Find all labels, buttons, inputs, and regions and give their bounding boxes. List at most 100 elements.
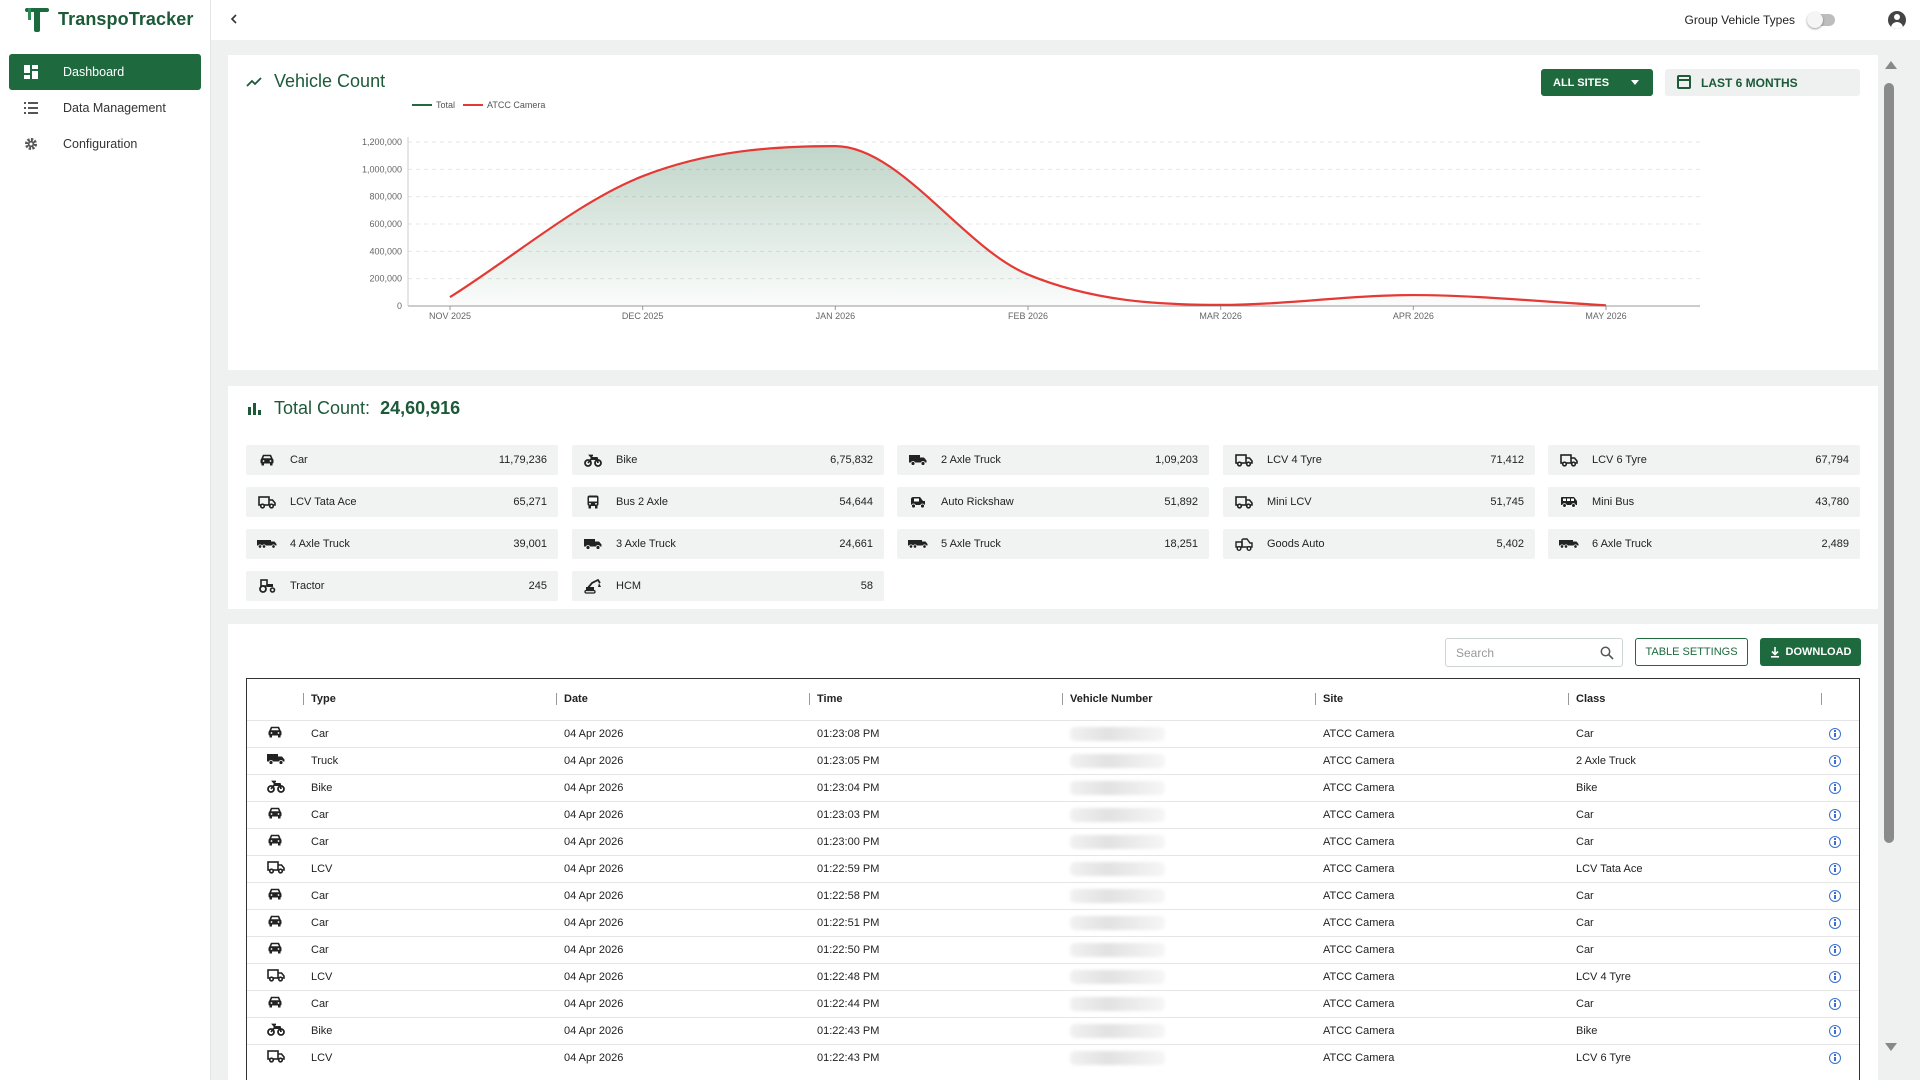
info-icon[interactable] [1829,943,1841,956]
class-cell: LCV Tata Ace [1576,862,1643,875]
vehicle-class-card: LCV 4 Tyre 71,412 [1223,445,1535,475]
info-icon[interactable] [1829,889,1841,902]
type-icon-cell [247,828,303,855]
info-icon[interactable] [1829,835,1841,848]
info-cell [1821,963,1859,990]
download-icon [1770,646,1779,658]
date-cell: 04 Apr 2026 [564,970,624,983]
table-row[interactable]: LCV 04 Apr 2026 01:22:59 PM ATCC Camera LCV … [247,855,1859,882]
info-icon[interactable] [1829,997,1841,1010]
info-icon[interactable] [1829,781,1841,794]
type-icon-cell [247,990,303,1017]
vehicle-number-cell [1062,747,1315,774]
vehicle-class-name: 3 Axle Truck [616,538,676,550]
list-icon [23,100,39,116]
date-cell: 04 Apr 2026 [564,997,624,1010]
table-settings-button[interactable]: TABLE SETTINGS [1635,638,1748,666]
table-row[interactable]: Bike 04 Apr 2026 01:22:43 PM ATCC Camera Bik… [247,1017,1859,1044]
column-header-vehicle-number[interactable]: Vehicle Number [1062,679,1315,720]
type-cell: Car [311,835,329,848]
type-icon-cell [247,909,303,936]
lcv-icon [267,860,285,877]
time-cell: 01:23:08 PM [817,727,880,740]
table-row[interactable]: Car 04 Apr 2026 01:23:00 PM ATCC Camera Car [247,828,1859,855]
column-header-time[interactable]: Time [809,679,1062,720]
x-tick-label: MAY 2026 [1585,311,1626,321]
table-row[interactable]: Car 04 Apr 2026 01:22:50 PM ATCC Camera Car [247,936,1859,963]
car-icon [267,996,283,1011]
group-vehicle-types-toggle[interactable] [1807,12,1835,28]
sidebar-item-data-management[interactable]: Data Management [9,90,201,126]
column-header-type[interactable]: Type [303,679,556,720]
vehicle-number-cell [1062,801,1315,828]
account-icon[interactable] [1888,11,1906,29]
bike-icon [267,780,285,796]
page-scrollbar[interactable] [1880,55,1900,1055]
table-row[interactable]: Car 04 Apr 2026 01:22:51 PM ATCC Camera Car [247,909,1859,936]
vehicle-class-card: Goods Auto 5,402 [1223,529,1535,559]
records-table: Type Date Time Vehicle Number Site Class Car 0… [246,678,1860,1080]
vehicle-class-card: Mini Bus 43,780 [1548,487,1860,517]
vehicle-class-name: HCM [616,580,642,592]
site-cell: ATCC Camera [1323,916,1395,929]
info-cell [1821,909,1859,936]
vehicle-class-card: LCV Tata Ace 65,271 [246,487,558,517]
scroll-down-icon[interactable] [1885,1043,1897,1051]
x-tick-label: FEB 2026 [1008,311,1048,321]
table-row[interactable]: LCV 04 Apr 2026 01:22:48 PM ATCC Camera LCV … [247,963,1859,990]
truck-icon [583,536,603,552]
time-cell: 01:22:43 PM [817,1051,880,1064]
info-icon[interactable] [1829,727,1841,740]
download-label: DOWNLOAD [1785,646,1852,658]
date-cell: 04 Apr 2026 [564,835,624,848]
info-icon[interactable] [1829,916,1841,929]
vehicle-class-card: 5 Axle Truck 18,251 [897,529,1209,559]
table-row[interactable]: Car 04 Apr 2026 01:22:58 PM ATCC Camera Car [247,882,1859,909]
date-cell: 04 Apr 2026 [564,916,624,929]
site-cell: ATCC Camera [1323,889,1395,902]
type-cell: LCV [311,1051,333,1064]
column-header-label: Site [1323,693,1344,706]
vehicle-class-count: 11,79,236 [498,454,547,466]
class-cell: Car [1576,889,1594,902]
search-box[interactable] [1445,638,1623,667]
table-row[interactable]: Car 04 Apr 2026 01:23:03 PM ATCC Camera Car [247,801,1859,828]
info-icon[interactable] [1829,1024,1841,1037]
column-header-site[interactable]: Site [1315,679,1568,720]
collapse-sidebar-button[interactable] [225,10,243,28]
table-row[interactable]: LCV 04 Apr 2026 01:22:43 PM ATCC Camera LCV … [247,1044,1859,1071]
column-header-label: Class [1576,693,1606,706]
search-input[interactable] [1456,645,1596,660]
info-icon[interactable] [1829,1051,1841,1064]
column-header-date[interactable]: Date [556,679,809,720]
sidebar-item-configuration[interactable]: Configuration [9,126,201,162]
type-cell: Car [311,727,329,740]
time-cell: 01:22:44 PM [817,997,880,1010]
table-row[interactable]: Car 04 Apr 2026 01:23:08 PM ATCC Camera Car [247,720,1859,747]
info-icon[interactable] [1829,754,1841,767]
info-icon[interactable] [1829,970,1841,983]
table-row[interactable]: Car 04 Apr 2026 01:22:44 PM ATCC Camera Car [247,990,1859,1017]
topbar: Group Vehicle Types [211,0,1920,40]
scroll-up-icon[interactable] [1885,61,1897,69]
class-cell: Car [1576,727,1594,740]
info-icon[interactable] [1829,808,1841,821]
total-count-title: Total Count: 24,60,916 [246,398,460,419]
sidebar-item-dashboard[interactable]: Dashboard [9,54,201,90]
type-cell: LCV [311,862,333,875]
table-row[interactable]: Truck 04 Apr 2026 01:23:05 PM ATCC Camera 2 … [247,747,1859,774]
x-tick-label: NOV 2025 [429,311,471,321]
app-logo[interactable]: TranspoTracker [24,4,193,34]
vehicle-count-chart: 0 200,000 400,000 600,000 800,000 1,000,000 1,… [362,137,1700,321]
info-cell [1821,720,1859,747]
bike-icon [583,452,603,468]
y-tick-label: 800,000 [369,192,402,202]
table-row[interactable]: Bike 04 Apr 2026 01:23:04 PM ATCC Camera Bik… [247,774,1859,801]
info-icon[interactable] [1829,862,1841,875]
download-button[interactable]: DOWNLOAD [1760,638,1861,666]
y-tick-label: 400,000 [369,246,402,256]
x-tick-label: APR 2026 [1393,311,1434,321]
scrollbar-thumb[interactable] [1884,83,1894,843]
column-header-class[interactable]: Class [1568,679,1821,720]
goods-auto-icon [1234,536,1254,552]
